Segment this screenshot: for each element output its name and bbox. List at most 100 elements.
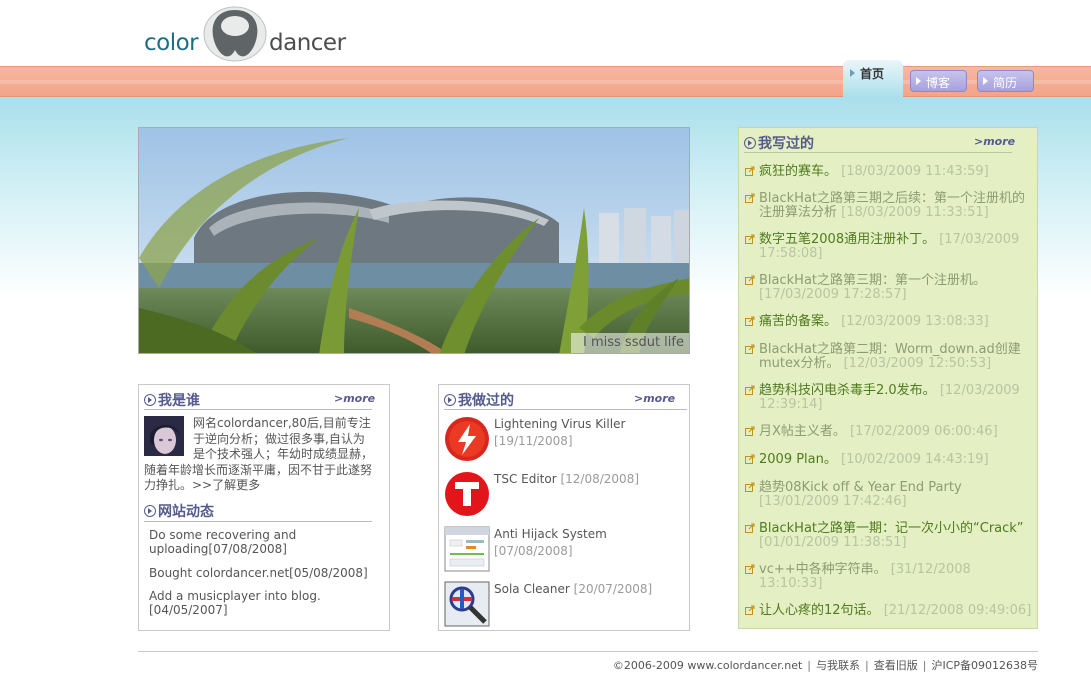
external-link-icon [745, 523, 755, 533]
external-link-icon [745, 344, 755, 354]
blog-item-title[interactable]: 疯狂的赛车。 [759, 164, 837, 179]
blog-item[interactable]: 趋势08Kick off & Year End Party [13/01/200… [745, 481, 1035, 508]
site-logo[interactable]: color dancer [142, 2, 352, 64]
blog-item-title[interactable]: 痛苦的备案。 [759, 314, 837, 329]
project-name[interactable]: TSC Editor [494, 472, 557, 486]
project-date: [12/08/2008] [560, 472, 640, 486]
blog-item-text: 疯狂的赛车。 [18/03/2009 11:43:59] [745, 165, 1035, 179]
arrow-circle-icon [144, 505, 156, 517]
divider [744, 152, 1012, 153]
project-name[interactable]: Sola Cleaner [494, 582, 570, 596]
footer-link-old-version[interactable]: 查看旧版 [874, 659, 918, 672]
blog-item-text: 月X帖主义者。 [17/02/2009 06:00:46] [745, 425, 1035, 439]
t-logo-icon[interactable] [444, 471, 490, 517]
project-name[interactable]: Anti Hijack System [494, 527, 607, 541]
nav-tab-resume[interactable]: 简历 [977, 70, 1034, 92]
project-item[interactable]: TSC Editor [12/08/2008] [494, 471, 689, 488]
blog-item-text: BlackHat之路第三期之后续：第一个注册机的注册算法分析 [18/03/20… [745, 192, 1035, 219]
blog-item-text: 趋势科技闪电杀毒手2.0发布。 [12/03/2009 12:39:14] [745, 384, 1035, 411]
blog-item-text: 让人心疼的12句话。 [21/12/2008 09:49:06] [745, 604, 1035, 618]
blog-item[interactable]: BlackHat之路第一期：记一次小小的“Crack” [01/01/2009 … [745, 522, 1035, 549]
nav-tab-home[interactable]: 首页 [843, 60, 903, 98]
blog-item-date: [17/02/2009 06:00:46] [850, 424, 998, 439]
blog-item-text: vc++中各种字符串。 [31/12/2008 13:10:33] [745, 563, 1035, 590]
blog-item[interactable]: 月X帖主义者。 [17/02/2009 06:00:46] [745, 425, 1035, 439]
footer-copyright: ©2006-2009 www.colordancer.net [612, 659, 803, 672]
project-item[interactable]: Sola Cleaner [20/07/2008] [494, 581, 689, 598]
project-item[interactable]: Anti Hijack System [07/08/2008] [494, 526, 689, 560]
news-title: 网站动态 [144, 501, 214, 521]
blog-item-date: [17/03/2009 17:28:57] [759, 286, 907, 302]
arrow-circle-icon [744, 137, 756, 149]
footer-link-contact[interactable]: 与我联系 [816, 659, 860, 672]
logo-ring-icon [203, 6, 267, 62]
news-item[interactable]: Do some recovering and uploading[07/08/2… [149, 528, 374, 556]
blog-item[interactable]: BlackHat之路第二期：Worm_down.ad创建mutex分析。 [12… [745, 343, 1035, 370]
footer-link-icp[interactable]: 沪ICP备09012638号 [931, 659, 1038, 672]
lightning-icon[interactable] [444, 416, 490, 462]
external-link-icon [745, 193, 755, 203]
footer: ©2006-2009 www.colordancer.net | 与我联系 | 查看旧版… [613, 657, 1038, 673]
blog-item-title[interactable]: 2009 Plan。 [759, 452, 837, 467]
window-icon[interactable] [444, 526, 490, 572]
blog-item[interactable]: 数字五笔2008通用注册补丁。 [17/03/2009 17:58:08] [745, 233, 1035, 260]
blog-item-date: [10/02/2009 14:43:19] [841, 452, 989, 467]
footer-separator: | [865, 659, 869, 672]
blog-item-text: 趋势08Kick off & Year End Party [13/01/200… [745, 481, 1035, 508]
blog-title: 我写过的 [744, 133, 814, 153]
footer-separator: | [807, 659, 812, 672]
projects-title-text: 我做过的 [458, 393, 514, 409]
divider [444, 409, 687, 410]
external-link-icon [745, 166, 755, 176]
projects-title: 我做过的 [444, 390, 514, 410]
who-panel: 我是谁 >more 网名colordancer,80后,目前专注于逆向分析；做过… [138, 384, 390, 631]
blog-item-text: 2009 Plan。 [10/02/2009 14:43:19] [745, 453, 1035, 467]
external-link-icon [745, 454, 755, 464]
who-more-link[interactable]: >more [334, 392, 375, 405]
nav-tab-blog[interactable]: 博客 [910, 70, 967, 92]
blog-item[interactable]: vc++中各种字符串。 [31/12/2008 13:10:33] [745, 563, 1035, 590]
footer-divider [138, 651, 1038, 652]
nav-tab-resume-label: 简历 [993, 76, 1018, 90]
logo-word-color: color [144, 30, 199, 56]
external-link-icon [745, 234, 755, 244]
nav-tab-blog-label: 博客 [926, 76, 951, 90]
news-title-text: 网站动态 [158, 504, 214, 520]
blog-item[interactable]: 痛苦的备案。 [12/03/2009 13:08:33] [745, 315, 1035, 329]
blog-item[interactable]: 趋势科技闪电杀毒手2.0发布。 [12/03/2009 12:39:14] [745, 384, 1035, 411]
news-item[interactable]: Add a musicplayer into blog.[04/05/2007] [149, 589, 374, 617]
divider [144, 521, 372, 522]
blog-item[interactable]: BlackHat之路第三期之后续：第一个注册机的注册算法分析 [18/03/20… [745, 192, 1035, 219]
external-link-icon [745, 275, 755, 285]
external-link-icon [745, 316, 755, 326]
blog-item[interactable]: BlackHat之路第三期：第一个注册机。 [17/03/2009 17:28:… [745, 274, 1035, 301]
blog-item-text: BlackHat之路第二期：Worm_down.ad创建mutex分析。 [12… [745, 343, 1035, 370]
blog-item[interactable]: 疯狂的赛车。 [18/03/2009 11:43:59] [745, 165, 1035, 179]
blog-item-text: BlackHat之路第一期：记一次小小的“Crack” [01/01/2009 … [745, 522, 1035, 549]
blog-item-date: [18/03/2009 11:43:59] [841, 164, 989, 179]
external-link-icon [745, 385, 755, 395]
blog-item[interactable]: 让人心疼的12句话。 [21/12/2008 09:49:06] [745, 604, 1035, 618]
blog-item-title[interactable]: 月X帖主义者。 [759, 424, 846, 439]
magnifier-icon[interactable] [444, 581, 490, 627]
blog-item-date: [21/12/2008 09:49:06] [883, 603, 1032, 618]
news-item[interactable]: Bought colordancer.net[05/08/2008] [149, 566, 374, 580]
blog-more-link[interactable]: >more [974, 135, 1015, 148]
who-title-text: 我是谁 [158, 393, 200, 409]
triangle-right-icon [983, 77, 988, 85]
external-link-icon [745, 605, 755, 615]
who-bio: 网名colordancer,80后,目前专注于逆向分析；做过很多事,自认为是个技… [144, 416, 374, 494]
projects-more-link[interactable]: >more [634, 392, 675, 405]
blog-item-date: [01/01/2009 11:38:51] [759, 534, 907, 550]
project-item[interactable]: Lightening Virus Killer [19/11/2008] [494, 416, 689, 450]
project-date: [20/07/2008] [573, 582, 653, 596]
external-link-icon [745, 482, 755, 492]
project-date: [19/11/2008] [494, 434, 573, 448]
arrow-circle-icon [444, 394, 456, 406]
blog-item[interactable]: 2009 Plan。 [10/02/2009 14:43:19] [745, 453, 1035, 467]
projects-panel: 我做过的 >more Lightening Virus Killer [19/1… [438, 384, 690, 631]
blog-item-text: 痛苦的备案。 [12/03/2009 13:08:33] [745, 315, 1035, 329]
project-name[interactable]: Lightening Virus Killer [494, 417, 625, 431]
blog-item-title[interactable]: 让人心疼的12句话。 [759, 603, 880, 618]
blog-item-date: [12/03/2009 12:50:53] [843, 355, 992, 371]
